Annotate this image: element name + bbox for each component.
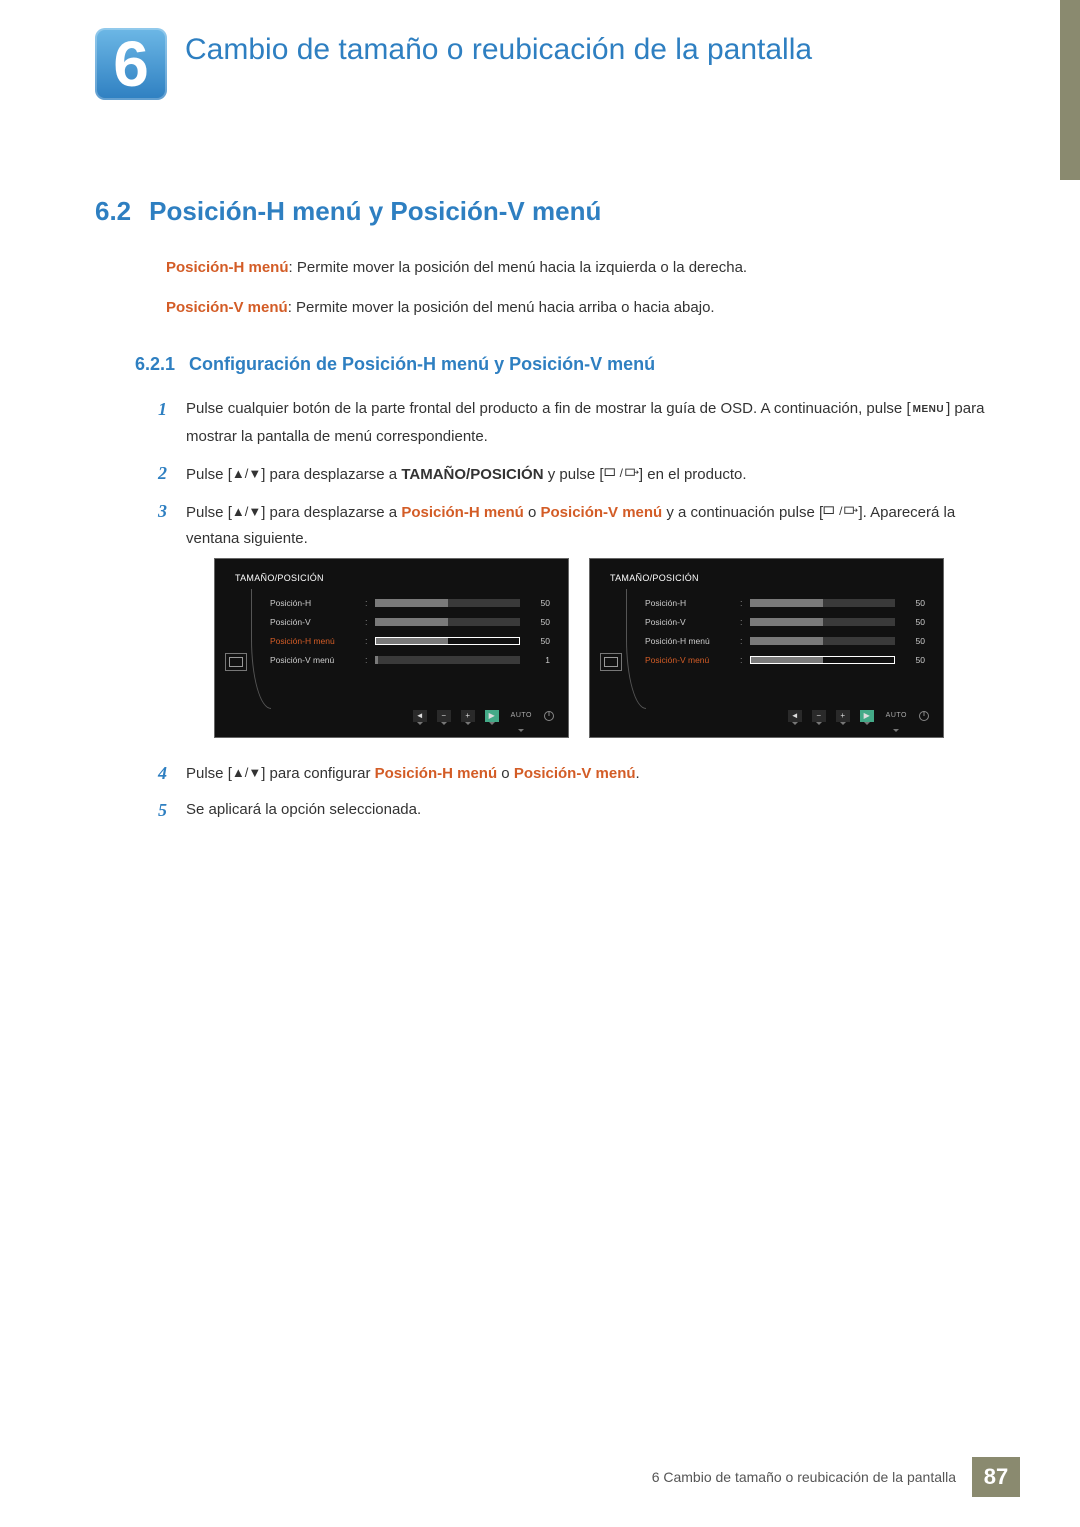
osd-left-button[interactable]: ◄ <box>413 710 427 722</box>
section-title: Posición-H menú y Posición-V menú <box>149 196 601 226</box>
intro-text-2: : Permite mover la posición del menú hac… <box>288 299 715 316</box>
step-bold: TAMAÑO/POSICIÓN <box>401 466 543 483</box>
osd-item-bar <box>750 637 895 645</box>
page-footer: 6 Cambio de tamaño o reubicación de la p… <box>636 1457 1020 1497</box>
step-1: 1 Pulse cualquier botón de la parte fron… <box>158 396 985 450</box>
step-number: 2 <box>158 460 186 488</box>
step-text: y a continuación pulse [ <box>662 504 823 521</box>
section-intro: Posición-H menú: Permite mover la posici… <box>166 256 985 336</box>
up-down-icon: ▲/▼ <box>232 504 261 519</box>
osd-item-label: Posición-V menú <box>645 647 740 673</box>
osd-item-colon: : <box>365 647 375 673</box>
osd-decor-curve <box>626 589 646 709</box>
osd-auto-label[interactable]: AUTO <box>509 703 534 729</box>
osd-plus-button[interactable]: + <box>461 710 475 722</box>
osd-panel-right: TAMAÑO/POSICIÓN Posición-H:50Posición-V:… <box>589 558 944 738</box>
osd-plus-button[interactable]: + <box>836 710 850 722</box>
osd-decor-curve <box>251 589 271 709</box>
osd-title: TAMAÑO/POSICIÓN <box>235 565 324 591</box>
step-5: 5 Se aplicará la opción seleccionada. <box>158 797 985 823</box>
osd-item-bar <box>375 618 520 626</box>
osd-item: Posición-V menú:50 <box>645 650 925 669</box>
chapter-header: 6 Cambio de tamaño o reubicación de la p… <box>95 28 1020 128</box>
osd-item-bar <box>750 618 895 626</box>
step-highlight: Posición-H menú <box>401 504 524 521</box>
step-text: o <box>497 765 514 782</box>
osd-screenshots: TAMAÑO/POSICIÓN Posición-H:50Posición-V:… <box>214 558 985 738</box>
footer-chapter-label: 6 Cambio de tamaño o reubicación de la p… <box>636 1457 972 1497</box>
osd-item-value: 1 <box>528 647 550 673</box>
step-text: Se aplicará la opción seleccionada. <box>186 801 421 818</box>
step-text: ] para configurar <box>261 765 374 782</box>
step-text: y pulse [ <box>544 466 604 483</box>
step-text: ] en el producto. <box>639 466 747 483</box>
intro-text-1: : Permite mover la posición del menú hac… <box>289 259 748 276</box>
step-number: 5 <box>158 797 186 823</box>
intro-term-1: Posición-H menú <box>166 259 289 276</box>
osd-power-icon[interactable] <box>544 711 554 721</box>
osd-play-button[interactable]: ▶ <box>485 710 499 722</box>
chapter-title: Cambio de tamaño o reubicación de la pan… <box>185 28 812 68</box>
osd-item: Posición-V menú:1 <box>270 650 550 669</box>
step-text: Pulse [ <box>186 504 232 521</box>
side-accent-bar <box>1060 0 1080 180</box>
intro-term-2: Posición-V menú <box>166 299 288 316</box>
step-text: Pulse [ <box>186 466 232 483</box>
up-down-icon: ▲/▼ <box>232 765 261 780</box>
osd-item-colon: : <box>740 647 750 673</box>
step-highlight: Posición-V menú <box>514 765 636 782</box>
osd-left-button[interactable]: ◄ <box>788 710 802 722</box>
step-highlight: Posición-H menú <box>375 765 498 782</box>
section-heading: 6.2 Posición-H menú y Posición-V menú <box>95 196 601 227</box>
osd-button-row: ◄ − + ▶ AUTO <box>413 703 554 729</box>
menu-icon: MENU <box>911 396 946 424</box>
osd-minus-button[interactable]: − <box>812 710 826 722</box>
step-text: . <box>636 765 640 782</box>
osd-item-bar <box>750 599 895 607</box>
osd-minus-button[interactable]: − <box>437 710 451 722</box>
up-down-icon: ▲/▼ <box>232 466 261 481</box>
osd-power-icon[interactable] <box>919 711 929 721</box>
subsection-title: Configuración de Posición-H menú y Posic… <box>189 354 655 374</box>
step-text: Pulse [ <box>186 765 232 782</box>
step-4: 4 Pulse [▲/▼] para configurar Posición-H… <box>158 760 985 787</box>
osd-item-value: 50 <box>903 647 925 673</box>
step-text: Pulse cualquier botón de la parte fronta… <box>186 400 911 417</box>
step-number: 4 <box>158 760 186 787</box>
step-text: ] para desplazarse a <box>261 504 401 521</box>
osd-item-bar <box>375 599 520 607</box>
osd-item-label: Posición-V menú <box>270 647 365 673</box>
enter-source-icon: / <box>604 460 639 486</box>
section-number: 6.2 <box>95 196 131 226</box>
osd-item-bar <box>750 656 895 664</box>
steps-list: 1 Pulse cualquier botón de la parte fron… <box>158 396 985 833</box>
enter-source-icon: / <box>823 498 858 524</box>
osd-button-row: ◄ − + ▶ AUTO <box>788 703 929 729</box>
chapter-number-badge: 6 <box>95 28 167 100</box>
osd-item-bar <box>375 637 520 645</box>
subsection-heading: 6.2.1 Configuración de Posición-H menú y … <box>135 354 655 375</box>
osd-panel-left: TAMAÑO/POSICIÓN Posición-H:50Posición-V:… <box>214 558 569 738</box>
step-3: 3 Pulse [▲/▼] para desplazarse a Posició… <box>158 498 985 750</box>
step-text: o <box>524 504 541 521</box>
step-highlight: Posición-V menú <box>541 504 663 521</box>
osd-play-button[interactable]: ▶ <box>860 710 874 722</box>
osd-title: TAMAÑO/POSICIÓN <box>610 565 699 591</box>
step-number: 3 <box>158 498 186 750</box>
subsection-number: 6.2.1 <box>135 354 175 374</box>
footer-page-number: 87 <box>972 1457 1020 1497</box>
osd-auto-label[interactable]: AUTO <box>884 703 909 729</box>
step-2: 2 Pulse [▲/▼] para desplazarse a TAMAÑO/… <box>158 460 985 488</box>
step-text: ] para desplazarse a <box>261 466 401 483</box>
osd-category-icon <box>600 653 622 671</box>
osd-category-icon <box>225 653 247 671</box>
osd-item-bar <box>375 656 520 664</box>
step-number: 1 <box>158 396 186 450</box>
